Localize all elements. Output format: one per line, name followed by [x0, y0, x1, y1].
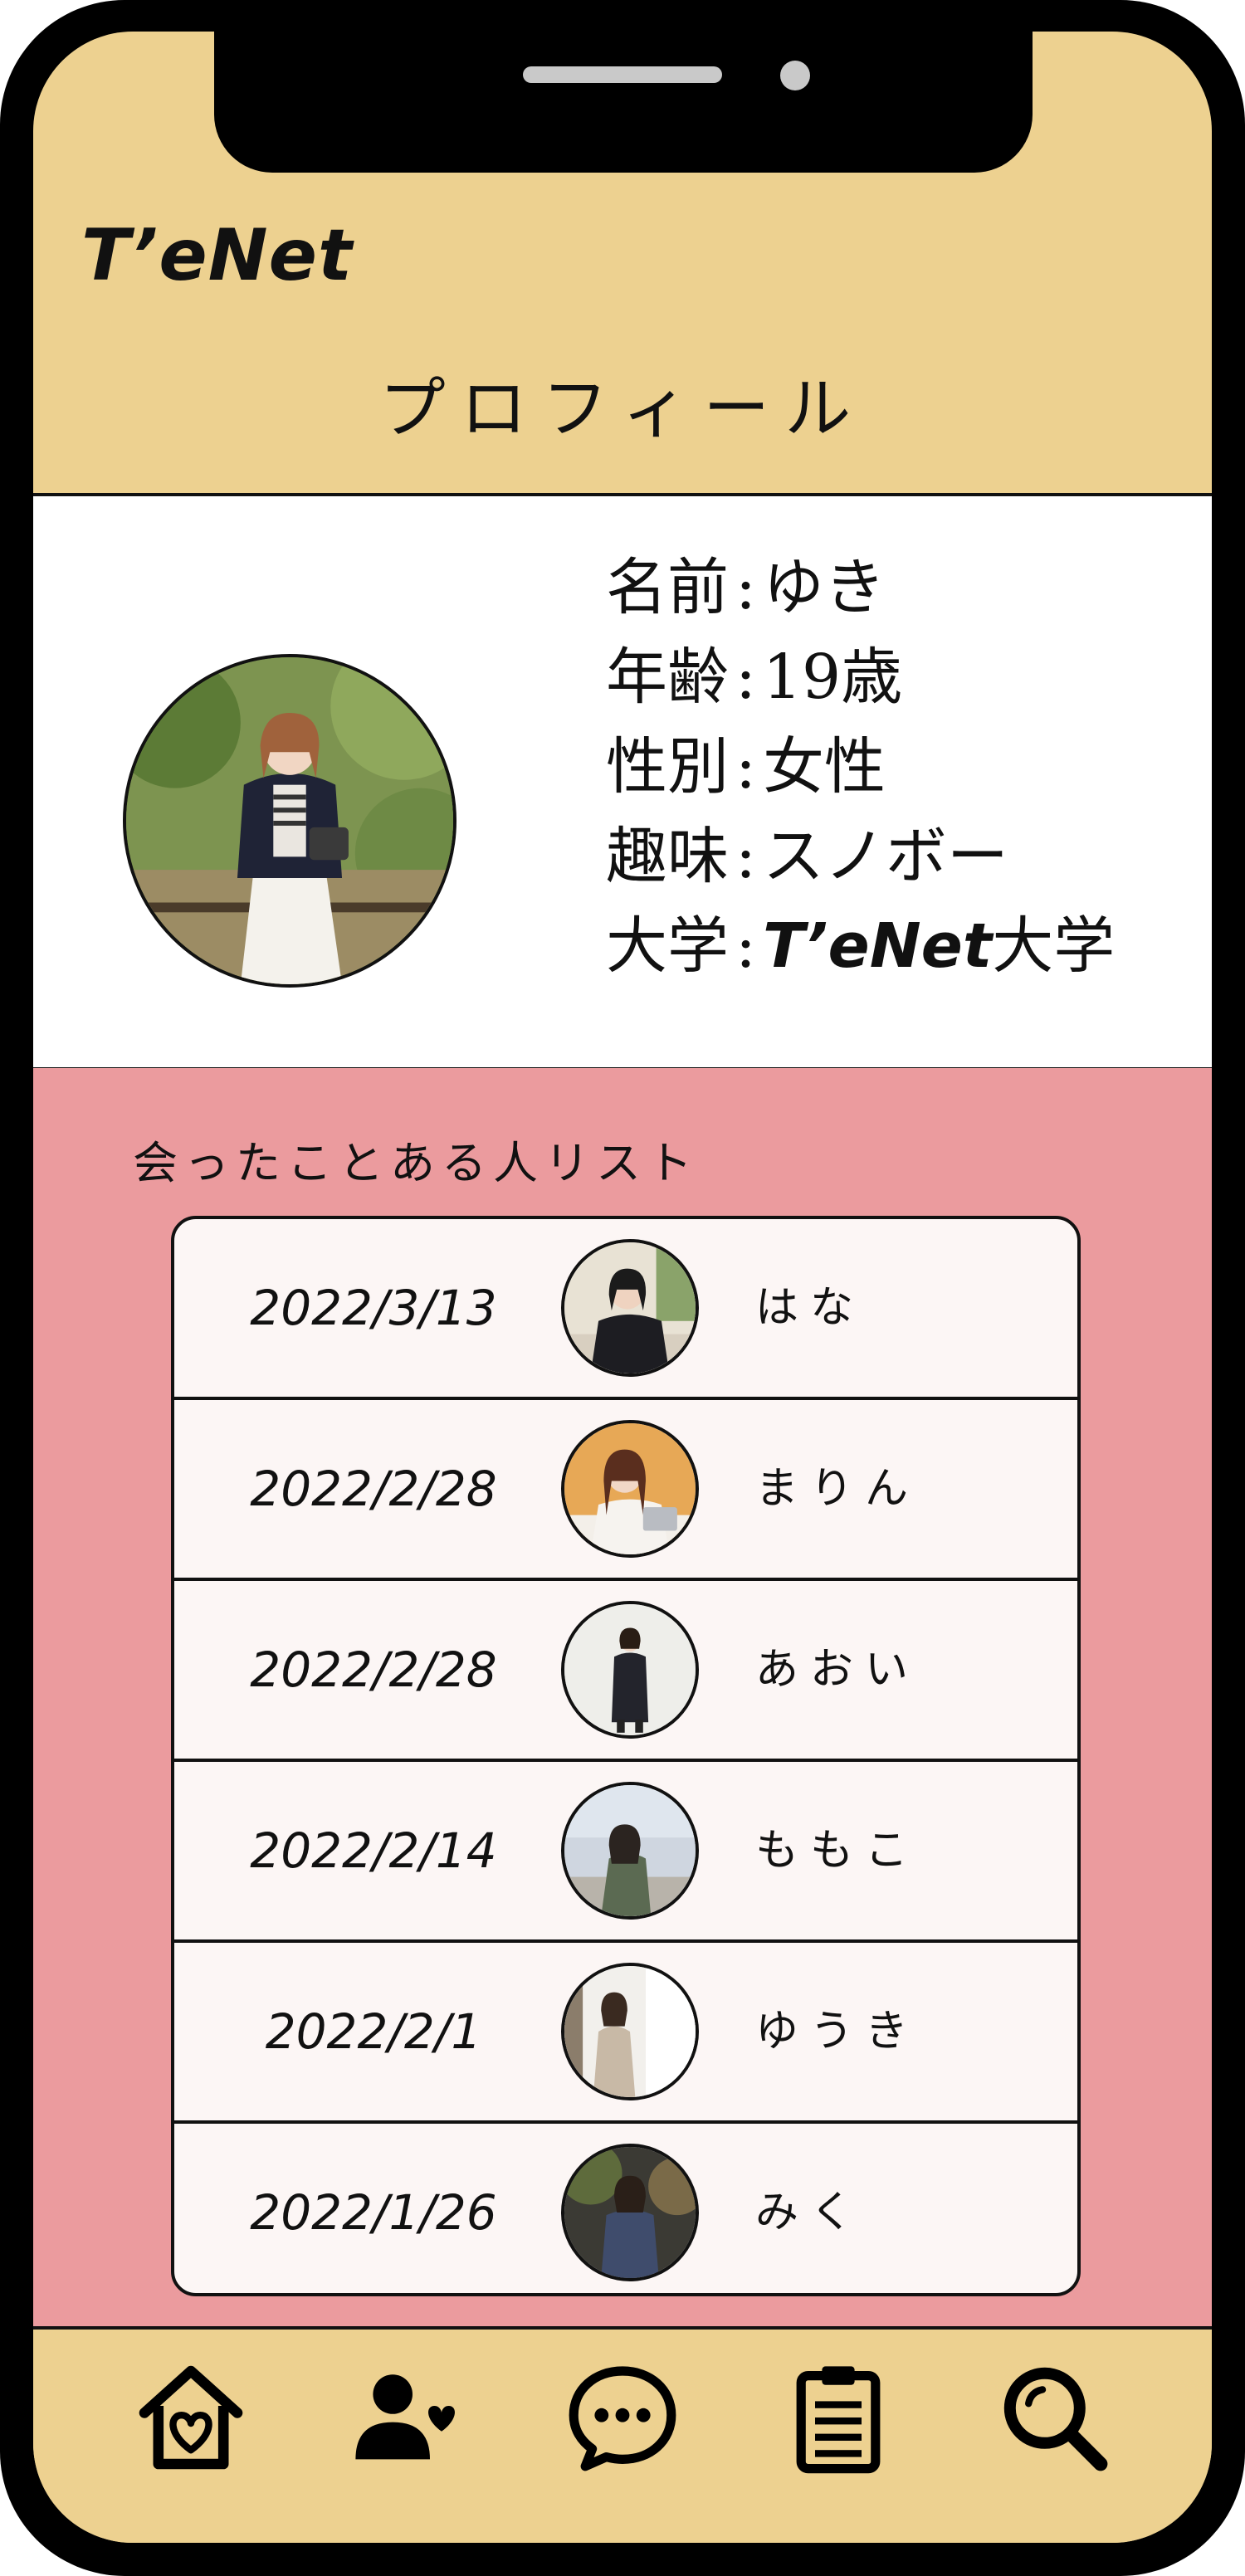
met-date: 2022/2/28	[250, 1642, 497, 1698]
nav-friends-button[interactable]	[349, 2359, 465, 2476]
met-list: 2022/3/13 はな 2022/2/28 まりん 2022/2/28 あおい…	[171, 1216, 1081, 2296]
met-name: まりん	[755, 1464, 920, 1514]
nav-board-button[interactable]	[780, 2359, 896, 2476]
profile-avatar	[123, 654, 456, 988]
front-camera	[780, 61, 810, 90]
profile-row-age: 年齢:19歳	[606, 639, 902, 715]
met-people-section: 会ったことある人リスト 2022/3/13 はな 2022/2/28 まりん 2…	[33, 1068, 1212, 2330]
gender-value: 女性	[762, 731, 886, 803]
university-label: 大学	[606, 910, 729, 982]
profile-row-name: 名前: ゆき	[606, 549, 886, 626]
speaker-grille	[523, 66, 722, 83]
search-icon	[1003, 2367, 1108, 2471]
notch	[214, 32, 1033, 173]
gender-label: 性別	[606, 731, 729, 803]
hobby-label: 趣味	[606, 821, 729, 892]
met-name: はな	[755, 1283, 866, 1333]
nav-chat-button[interactable]	[564, 2359, 681, 2476]
name-value: ゆき	[762, 552, 886, 623]
app-logo: T’eNet	[81, 214, 354, 297]
chat-bubble-icon	[569, 2366, 676, 2471]
met-date: 2022/2/28	[250, 1461, 497, 1517]
hobby-value: スノボー	[762, 821, 1008, 892]
met-avatar	[561, 2144, 699, 2281]
phone-frame: T’eNet プロフィール 名前: ゆき 年齢: 19歳 性別: 女性 趣…	[0, 0, 1245, 2576]
friends-heart-icon	[355, 2374, 455, 2460]
list-item[interactable]: 2022/2/28 まりん	[174, 1400, 1077, 1581]
page-title: プロフィール	[378, 370, 867, 447]
bottom-nav	[33, 2330, 1212, 2543]
met-date: 2022/2/1	[265, 2003, 482, 2060]
met-avatar	[561, 1601, 699, 1739]
list-item[interactable]: 2022/2/1 ゆうき	[174, 1943, 1077, 2124]
hobby-separator: :	[735, 821, 756, 892]
met-name: ゆうき	[755, 2007, 920, 2056]
name-separator: :	[735, 552, 756, 623]
profile-section: 名前: ゆき 年齢:19歳 性別: 女性 趣味: スノボー 大学: T’eNet大学	[33, 493, 1212, 1071]
gender-separator: :	[735, 731, 756, 803]
nav-home-button[interactable]	[133, 2359, 249, 2476]
met-avatar	[561, 1239, 699, 1377]
list-item[interactable]: 2022/3/13 はな	[174, 1219, 1077, 1400]
profile-row-university: 大学: T’eNet大学	[606, 908, 1115, 984]
age-separator: :	[735, 642, 756, 713]
list-item[interactable]: 2022/2/14 ももこ	[174, 1762, 1077, 1943]
university-separator: :	[735, 910, 756, 982]
met-date: 2022/1/26	[250, 2184, 497, 2241]
name-label: 名前	[606, 552, 729, 623]
university-brand: T’eNet	[762, 910, 993, 982]
met-avatar	[561, 1420, 699, 1558]
met-name: ももこ	[755, 1826, 920, 1876]
met-avatar	[561, 1963, 699, 2100]
list-item[interactable]: 2022/1/26 みく	[174, 2124, 1077, 2293]
profile-row-hobby: 趣味: スノボー	[606, 818, 1008, 895]
home-heart-icon	[139, 2365, 243, 2470]
age-value: 19歳	[762, 642, 903, 713]
met-date: 2022/3/13	[250, 1280, 497, 1336]
age-label: 年齢	[606, 642, 729, 713]
met-name: みく	[755, 2188, 866, 2237]
met-list-title: 会ったことある人リスト	[133, 1137, 699, 1189]
phone-screen: T’eNet プロフィール 名前: ゆき 年齢: 19歳 性別: 女性 趣…	[33, 32, 1212, 2543]
clipboard-icon	[796, 2366, 881, 2474]
met-date: 2022/2/14	[250, 1822, 497, 1879]
list-item[interactable]: 2022/2/28 あおい	[174, 1581, 1077, 1762]
met-avatar	[561, 1782, 699, 1920]
profile-row-gender: 性別: 女性	[606, 729, 886, 805]
met-name: あおい	[755, 1645, 920, 1695]
nav-search-button[interactable]	[996, 2359, 1112, 2476]
university-value: 大学	[992, 910, 1116, 982]
